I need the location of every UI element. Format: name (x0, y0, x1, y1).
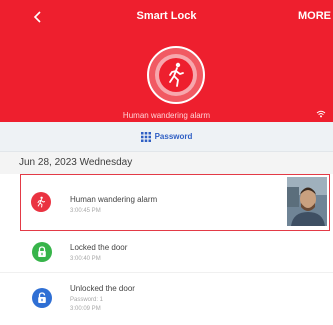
event-human-wandering-alarm[interactable]: Human wandering alarm 3:00:45 PM (20, 174, 330, 231)
header-banner: Smart Lock MORE Human wandering alarm (0, 0, 333, 122)
event-locked-door[interactable]: Locked the door 3:00:40 PM (0, 233, 333, 269)
page-title: Smart Lock (136, 10, 197, 22)
walking-person-icon (31, 192, 51, 212)
event-unlocked-door[interactable]: Unlocked the door Password: 1 3:00:09 PM (0, 276, 333, 322)
tab-password-label: Password (154, 132, 193, 141)
more-button[interactable]: MORE (298, 10, 331, 22)
walking-person-alarm-icon (147, 46, 205, 104)
padlock-open-icon (32, 288, 52, 308)
divider (0, 272, 333, 273)
snapshot-photo[interactable] (287, 177, 327, 226)
padlock-closed-icon (32, 242, 52, 262)
grid-icon (140, 131, 151, 142)
filter-bar: Password (0, 122, 333, 152)
event-title: Unlocked the door (70, 284, 135, 293)
date-section-header: Jun 28, 2023 Wednesday (0, 152, 333, 174)
event-title: Locked the door (70, 243, 128, 252)
event-time: 3:00:09 PM (70, 306, 101, 312)
event-detail: Password: 1 (70, 297, 104, 303)
wifi-icon (316, 110, 326, 118)
alarm-caption: Human wandering alarm (122, 111, 211, 120)
event-time: 3:00:40 PM (70, 256, 101, 262)
event-title: Human wandering alarm (70, 195, 158, 204)
tab-password[interactable]: Password (140, 131, 193, 142)
person-photo-icon (287, 177, 327, 226)
event-time: 3:00:45 PM (70, 208, 101, 214)
